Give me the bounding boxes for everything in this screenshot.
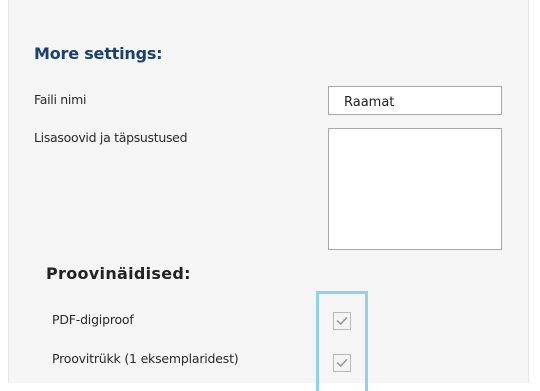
print-proof-checkbox[interactable] [333, 354, 351, 372]
filename-input[interactable] [328, 86, 502, 115]
checkmark-icon [336, 316, 348, 325]
checkbox-highlight-frame [316, 291, 368, 391]
print-proof-label: Proovitrükk (1 eksemplaridest) [52, 351, 239, 366]
more-settings-heading: More settings: [34, 44, 163, 63]
filename-label: Faili nimi [34, 92, 87, 107]
pdf-digiproof-label: PDF-digiproof [52, 312, 134, 327]
notes-label: Lisasoovid ja täpsustused [34, 130, 188, 145]
proofs-heading: Proovinäidised: [46, 264, 191, 283]
pdf-digiproof-checkbox[interactable] [333, 312, 351, 330]
checkmark-icon [336, 358, 348, 367]
notes-textarea[interactable] [328, 128, 502, 250]
